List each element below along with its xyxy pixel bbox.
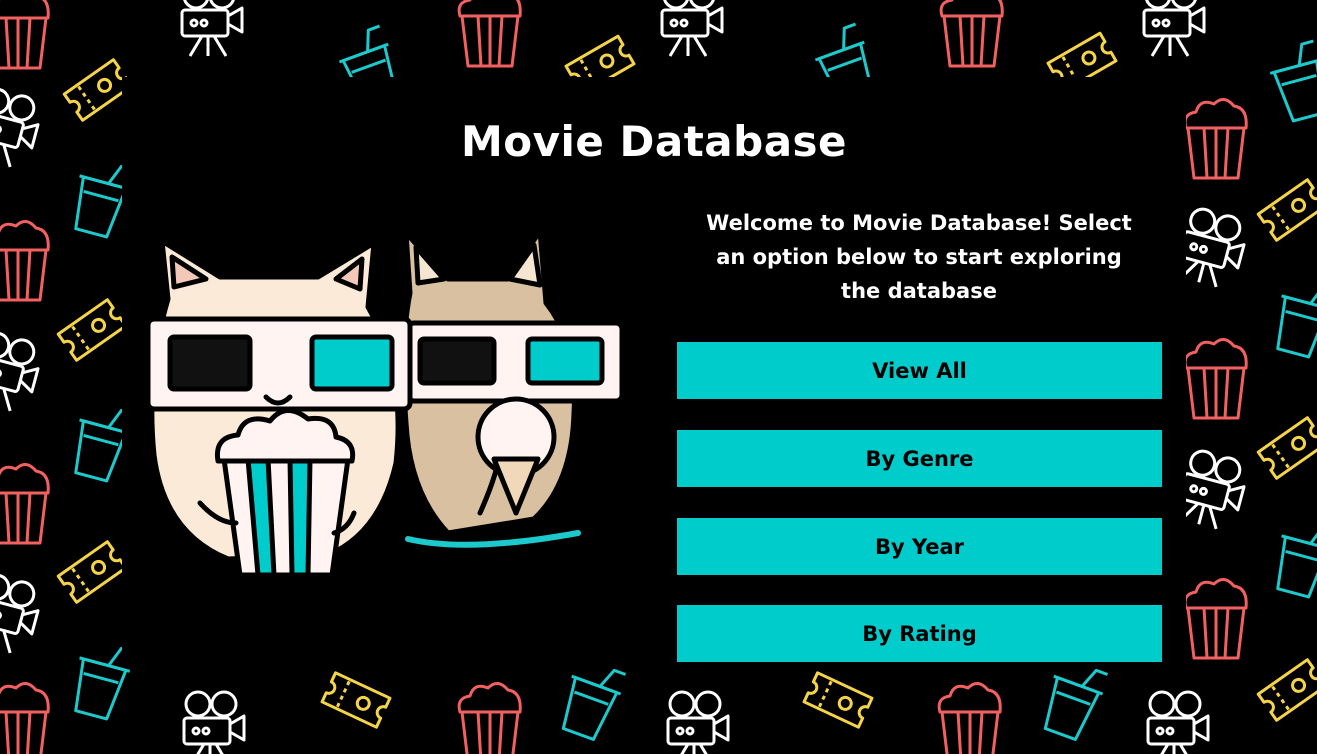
film-camera-icon [1142,0,1206,58]
popcorn-icon [939,0,1004,68]
popcorn-icon [1183,337,1248,420]
film-camera-icon [666,690,730,754]
soda-cup-icon [1034,655,1111,745]
popcorn-icon [1183,97,1248,180]
film-camera-icon [182,690,246,754]
welcome-message: Welcome to Movie Database! Select an opt… [706,211,1132,303]
popcorn-icon [457,0,522,68]
film-camera-icon [0,84,46,173]
ticket-icon [1256,416,1317,480]
popcorn-icon [0,462,50,545]
by-rating-button[interactable]: By Rating [677,605,1162,662]
film-camera-icon [0,570,46,659]
by-genre-button[interactable]: By Genre [677,430,1162,487]
soda-cup-icon [552,655,629,745]
soda-cup-icon [1266,275,1317,362]
popcorn-icon [0,0,50,70]
ticket-icon [1256,178,1317,242]
popcorn-icon [0,681,50,754]
view-all-button[interactable]: View All [677,342,1162,399]
film-camera-icon [660,0,724,58]
soda-cup-icon [1266,515,1317,602]
film-camera-icon [180,0,244,58]
popcorn-icon [0,219,50,302]
soda-cup-icon [1263,39,1317,126]
page-title: Movie Database [460,117,848,166]
ticket-icon [802,671,874,729]
film-camera-icon [0,328,46,417]
popcorn-icon [457,681,522,754]
ticket-icon [320,671,392,729]
ticket-icon [56,298,128,362]
ticket-icon [56,540,128,604]
cats-with-3d-glasses-illustration [148,228,625,583]
by-year-button[interactable]: By Year [677,518,1162,575]
ticket-icon [1256,658,1317,722]
main-panel: Movie Database Welcome to Movie Database… [122,77,1186,662]
popcorn-icon [1183,577,1248,660]
popcorn-icon [937,681,1002,754]
film-camera-icon [1146,690,1210,754]
